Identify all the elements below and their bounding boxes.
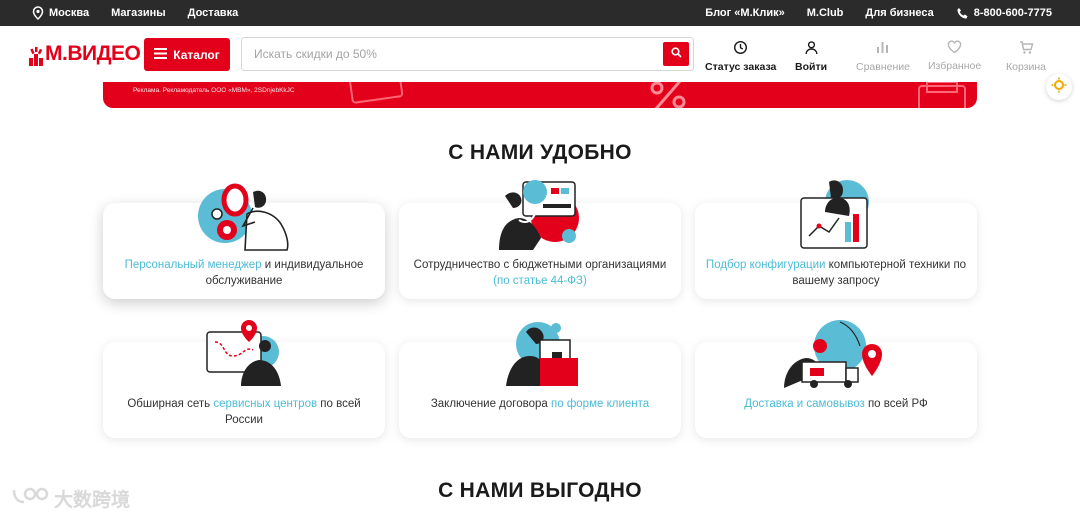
- catalog-label: Каталог: [173, 47, 220, 62]
- banner-decor-icon: [348, 82, 404, 104]
- delivery-pickup-link[interactable]: Доставка и самовывоз: [744, 398, 865, 410]
- card-text: Персональный менеджер и индивидуальное о…: [124, 259, 364, 287]
- section-title-convenient: С НАМИ УДОБНО: [448, 141, 632, 164]
- phone-link[interactable]: 8-800-600-7775: [956, 7, 1052, 20]
- user-icon: [804, 40, 819, 58]
- compare-icon: [875, 40, 890, 58]
- service-centers-illustration-icon: [206, 320, 281, 386]
- watermark-text: 大数跨境: [54, 489, 131, 511]
- business-link[interactable]: Для бизнеса: [865, 7, 933, 19]
- clock-icon: [733, 40, 748, 58]
- ad-banner[interactable]: Реклама. Рекламодатель ООО «МВМ», 2SDnje…: [103, 82, 977, 108]
- card-text: Доставка и самовывоз по всей РФ: [744, 398, 928, 410]
- card-text: Обширная сеть сервисных центров по всей …: [127, 398, 361, 426]
- card-text: Заключение договора по форме клиента: [430, 398, 650, 410]
- delivery-link[interactable]: Доставка: [188, 7, 239, 19]
- top-bar: Москва Магазины Доставка Блог «М.Клик» M…: [0, 0, 1080, 26]
- favorites-button[interactable]: Избранное: [928, 40, 981, 72]
- section-title-profitable: С НАМИ ВЫГОДНО: [438, 479, 642, 502]
- cart-label: Корзина: [1006, 61, 1046, 73]
- menu-icon: [154, 47, 168, 62]
- card-text: Подбор конфигурации компьютерной техники…: [705, 259, 967, 287]
- assistant-button[interactable]: [1046, 74, 1072, 100]
- compare-button[interactable]: Сравнение: [856, 40, 910, 73]
- club-link[interactable]: M.Club: [807, 7, 844, 19]
- main-header: М.ВИДЕО Каталог Статус заказа Войти Срав…: [0, 26, 1080, 82]
- location-pin-icon: [32, 6, 44, 20]
- personal-manager-link[interactable]: Персональный менеджер: [125, 259, 262, 271]
- login-label: Войти: [795, 61, 828, 73]
- contract-illustration-icon: [506, 322, 578, 386]
- watermark-logo-icon: [10, 484, 50, 512]
- configuration-link[interactable]: Подбор конфигурации: [706, 259, 826, 271]
- sun-icon: [1051, 77, 1067, 98]
- configuration-illustration-icon: [800, 180, 869, 249]
- card-text: Сотрудничество с бюджетными организациям…: [413, 259, 667, 287]
- ad-disclaimer: Реклама. Рекламодатель ООО «МВМ», 2SDnje…: [133, 87, 295, 94]
- search-box: [241, 37, 694, 71]
- city-label: Москва: [49, 7, 90, 19]
- search-input[interactable]: [243, 39, 661, 69]
- logo[interactable]: М.ВИДЕО: [28, 42, 141, 66]
- order-status-button[interactable]: Статус заказа: [705, 40, 776, 73]
- order-status-label: Статус заказа: [705, 61, 777, 73]
- search-icon: [670, 45, 682, 63]
- watermark: 大数跨境: [10, 484, 130, 512]
- phone-icon: [956, 7, 969, 20]
- stores-link[interactable]: Магазины: [111, 7, 166, 19]
- catalog-button[interactable]: Каталог: [144, 38, 230, 71]
- blog-link[interactable]: Блог «М.Клик»: [705, 7, 785, 19]
- cart-icon: [1019, 40, 1034, 58]
- banner-printer-icon: [918, 82, 966, 108]
- login-button[interactable]: Войти: [795, 40, 827, 73]
- delivery-illustration-icon: [784, 320, 882, 388]
- cart-button[interactable]: Корзина: [1006, 40, 1046, 73]
- budget-orgs-illustration-icon: [499, 180, 579, 250]
- service-centers-link[interactable]: сервисных центров: [213, 398, 317, 410]
- law-44fz-link[interactable]: (по статье 44-ФЗ): [493, 275, 587, 287]
- client-form-link[interactable]: по форме клиента: [551, 398, 649, 410]
- search-button[interactable]: [663, 42, 689, 66]
- compare-label: Сравнение: [856, 61, 910, 73]
- favorites-label: Избранное: [928, 60, 982, 72]
- logo-mark-icon: [28, 46, 44, 66]
- phone-number: 8-800-600-7775: [973, 7, 1052, 19]
- city-selector[interactable]: Москва: [32, 6, 89, 20]
- heart-icon: [947, 40, 962, 57]
- logo-text: М.ВИДЕО: [45, 42, 141, 65]
- personal-manager-illustration-icon: [198, 183, 289, 251]
- percent-icon: [650, 82, 686, 108]
